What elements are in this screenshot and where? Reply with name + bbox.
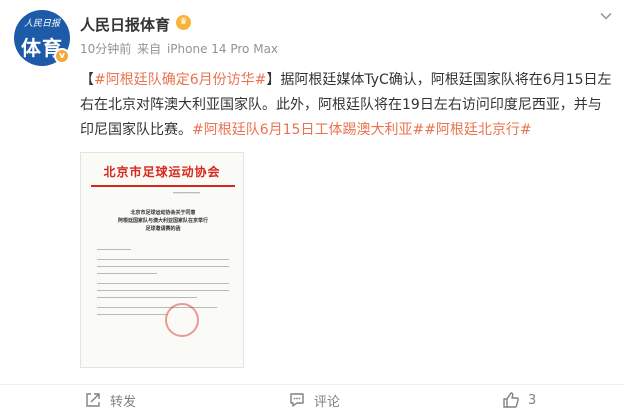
document-heading: 北京市足球运动协会关于同意 阿根廷国家队与澳大利亚国家队在京举行 足球邀请赛的函 [99, 209, 227, 233]
thumbs-up-icon [502, 391, 520, 409]
document-text-line [97, 314, 167, 315]
comment-label: 评论 [314, 394, 341, 410]
post-source: iPhone 14 Pro Max [166, 42, 279, 56]
post-time[interactable]: 10分钟前 [80, 42, 131, 56]
document-text-line [97, 307, 217, 308]
comment-icon [288, 391, 306, 409]
document-text-line [97, 259, 229, 260]
red-seal-stamp [165, 303, 199, 337]
document-text-line [97, 266, 229, 267]
document-reference-lines: ━━━━━━━━━━━━━━━ [173, 191, 201, 195]
repost-icon [84, 391, 102, 409]
topic-tag-link[interactable]: #阿根廷队确定6月份访华# [94, 72, 266, 88]
document-text-line [97, 273, 157, 274]
avatar-logo-text: 人民日报 [23, 19, 60, 29]
document-heading-line: 阿根廷国家队与澳大利亚国家队在京举行 [117, 218, 208, 224]
verified-badge-icon: v [54, 48, 70, 64]
document-red-rule [91, 185, 235, 187]
document-title: 北京市足球运动协会 [103, 165, 221, 179]
comment-button[interactable]: 评论 [288, 390, 340, 410]
account-name[interactable]: 人民日报体育 [80, 14, 170, 35]
action-bar: 转发 评论 3 [0, 388, 625, 414]
document-image[interactable]: 北京市足球运动协会 ━━━━━━━━━━━━━━━ 北京市足球运动协会关于同意 … [80, 152, 244, 368]
document-text-line [97, 283, 229, 284]
like-count: 3 [528, 392, 537, 408]
document-text-line [97, 297, 197, 298]
chevron-down-icon[interactable] [600, 10, 612, 22]
repost-label: 转发 [110, 394, 137, 410]
bracket-open: 【 [80, 72, 94, 88]
document-text-line [97, 249, 131, 250]
like-button[interactable]: 3 [502, 390, 536, 410]
crown-icon: ♛ [176, 15, 191, 30]
topic-tag-link[interactable]: #阿根廷北京行# [424, 122, 531, 138]
document-heading-line: 足球邀请赛的函 [145, 226, 181, 232]
repost-button[interactable]: 转发 [84, 390, 136, 410]
topic-tag-link[interactable]: #阿根廷队6月15日工体踢澳大利亚# [192, 122, 424, 138]
action-divider [0, 384, 625, 385]
post-meta: 10分钟前 来自 iPhone 14 Pro Max [80, 40, 280, 57]
post-source-prefix: 来自 [137, 42, 162, 56]
bracket-close: 】 [266, 72, 281, 88]
document-text-line [97, 290, 229, 291]
document-heading-line: 北京市足球运动协会关于同意 [130, 210, 196, 216]
post-text: 【#阿根廷队确定6月份访华#】据阿根廷媒体TyC确认，阿根廷国家队将在6月15日… [80, 68, 612, 143]
